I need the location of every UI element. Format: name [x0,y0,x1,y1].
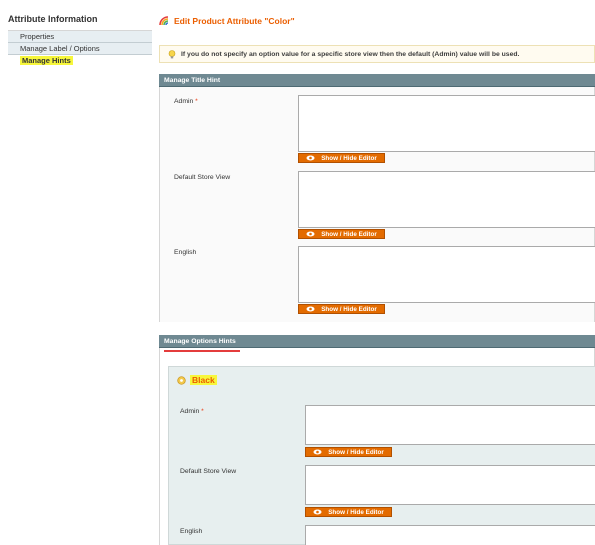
sidebar-item-label: Manage Hints [20,56,73,65]
admin-hint-editor[interactable] [298,95,595,152]
field-label-default-store-view: Default Store View [180,468,237,475]
option-admin-hint-editor[interactable] [305,405,595,445]
field-label-default-store-view: Default Store View [174,174,231,181]
eye-icon [306,306,315,312]
sidebar-title: Attribute Information [8,14,152,31]
manage-title-hint-section: Manage Title Hint Admin * Show / Hide Ed… [159,74,595,322]
show-hide-editor-button[interactable]: Show / Hide Editor [305,507,392,517]
section-header: Manage Options Hints [159,335,595,348]
sidebar-item-manage-label-options[interactable]: Manage Label / Options [8,43,152,55]
eye-icon [306,155,315,161]
required-marker: * [195,98,198,105]
sidebar: Attribute Information Properties Manage … [8,14,152,67]
field-label-english: English [174,249,197,256]
eye-icon [306,231,315,237]
option-black-panel: Black Admin * Show / Hide Editor Default… [168,366,595,545]
option-icon [177,375,186,385]
section-body: Admin * Show / Hide Editor Default Store… [159,87,595,322]
option-title: Black [177,375,217,385]
lightbulb-icon [168,49,176,59]
option-name: Black [190,375,217,385]
show-hide-editor-button[interactable]: Show / Hide Editor [298,153,385,163]
eye-icon [313,509,322,515]
rainbow-icon [159,16,169,26]
field-label-admin: Admin * [180,408,204,415]
eye-icon [313,449,322,455]
option-english-hint-editor[interactable] [305,525,595,545]
notice-text: If you do not specify an option value fo… [181,50,520,58]
sidebar-item-manage-hints[interactable]: Manage Hints [8,55,152,67]
field-label-english: English [180,528,203,535]
notice-message: If you do not specify an option value fo… [159,45,595,63]
english-hint-editor[interactable] [298,246,595,303]
field-label-admin: Admin * [174,98,198,105]
show-hide-editor-button[interactable]: Show / Hide Editor [298,304,385,314]
page-title-text: Edit Product Attribute "Color" [174,16,295,26]
show-hide-editor-button[interactable]: Show / Hide Editor [298,229,385,239]
default-store-view-hint-editor[interactable] [298,171,595,228]
page-title: Edit Product Attribute "Color" [159,14,295,28]
option-default-store-view-hint-editor[interactable] [305,465,595,505]
sidebar-item-properties[interactable]: Properties [8,31,152,43]
required-marker: * [201,408,204,415]
section-header: Manage Title Hint [159,74,595,87]
show-hide-editor-button[interactable]: Show / Hide Editor [305,447,392,457]
header-underline-annotation [164,350,240,352]
